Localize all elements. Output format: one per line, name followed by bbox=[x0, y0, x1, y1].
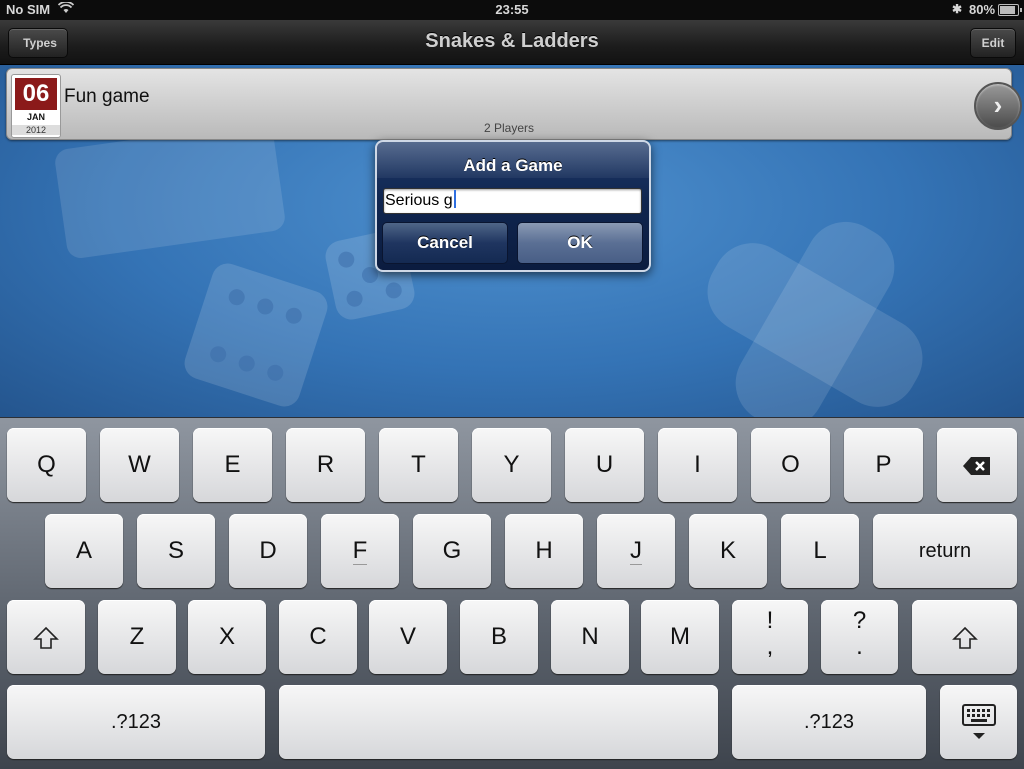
key-l[interactable]: L bbox=[781, 514, 859, 588]
return-key[interactable]: return bbox=[873, 514, 1017, 588]
hide-keyboard-icon bbox=[961, 703, 996, 739]
hide-keyboard-key[interactable] bbox=[940, 685, 1017, 759]
key-s[interactable]: S bbox=[137, 514, 215, 588]
game-list-item[interactable]: 06 JAN 2012 Fun game 2 Players › bbox=[6, 68, 1022, 140]
key-a[interactable]: A bbox=[45, 514, 123, 588]
bluetooth-icon: ✱ bbox=[952, 2, 963, 16]
key-top-char: ? bbox=[852, 607, 867, 634]
chevron-right-icon: › bbox=[993, 90, 1003, 120]
cancel-button[interactable]: Cancel bbox=[382, 222, 508, 264]
key-k[interactable]: K bbox=[689, 514, 767, 588]
edit-button[interactable]: Edit bbox=[970, 28, 1016, 58]
backspace-key[interactable] bbox=[937, 428, 1017, 502]
shift-key-right[interactable] bbox=[912, 600, 1017, 674]
key-i[interactable]: I bbox=[658, 428, 737, 502]
numbers-key-left[interactable]: .?123 bbox=[7, 685, 265, 759]
battery-percent: 80% bbox=[969, 2, 996, 17]
text-caret bbox=[453, 190, 456, 208]
key-e[interactable]: E bbox=[193, 428, 272, 502]
input-value: Serious g bbox=[385, 192, 453, 209]
key-m[interactable]: M bbox=[641, 600, 719, 674]
backspace-icon bbox=[963, 456, 990, 475]
key-o[interactable]: O bbox=[751, 428, 830, 502]
key-d[interactable]: D bbox=[229, 514, 307, 588]
battery-icon bbox=[998, 4, 1022, 16]
key-question-period[interactable]: ? . bbox=[821, 600, 898, 674]
key-top-char: ! bbox=[766, 607, 774, 634]
die-decoration bbox=[180, 259, 332, 411]
key-n[interactable]: N bbox=[551, 600, 629, 674]
key-q[interactable]: Q bbox=[7, 428, 86, 502]
card-decoration bbox=[53, 120, 287, 260]
key-exclamation-comma[interactable]: ! , bbox=[732, 600, 808, 674]
key-x[interactable]: X bbox=[188, 600, 266, 674]
key-b[interactable]: B bbox=[460, 600, 538, 674]
page-title: Snakes & Ladders bbox=[425, 30, 599, 52]
key-u[interactable]: U bbox=[565, 428, 644, 502]
game-name-input[interactable]: Serious g bbox=[383, 188, 642, 214]
key-bottom-char: . bbox=[856, 633, 863, 660]
status-time: 23:55 bbox=[495, 2, 529, 17]
add-game-dialog: Add a Game Serious g Cancel OK bbox=[375, 140, 651, 272]
key-c[interactable]: C bbox=[279, 600, 357, 674]
disclosure-button[interactable]: › bbox=[974, 82, 1022, 130]
key-p[interactable]: P bbox=[844, 428, 923, 502]
key-z[interactable]: Z bbox=[98, 600, 176, 674]
game-name: Fun game bbox=[64, 86, 150, 107]
key-j[interactable]: J bbox=[597, 514, 675, 588]
game-players: 2 Players bbox=[483, 121, 535, 135]
status-bar: No SIM 23:55 ✱ 80% bbox=[0, 0, 1024, 20]
key-bottom-char: , bbox=[766, 633, 774, 660]
shift-key-left[interactable] bbox=[7, 600, 85, 674]
key-v[interactable]: V bbox=[369, 600, 447, 674]
key-t[interactable]: T bbox=[379, 428, 458, 502]
key-g[interactable]: G bbox=[413, 514, 491, 588]
calendar-day: 06 bbox=[15, 78, 57, 110]
numbers-key-right[interactable]: .?123 bbox=[732, 685, 926, 759]
key-y[interactable]: Y bbox=[472, 428, 551, 502]
dialog-title: Add a Game bbox=[463, 156, 563, 175]
shift-icon bbox=[951, 626, 978, 649]
ok-button[interactable]: OK bbox=[517, 222, 643, 264]
navigation-bar: Types Snakes & Ladders Edit bbox=[0, 20, 1024, 65]
key-f[interactable]: F bbox=[321, 514, 399, 588]
key-w[interactable]: W bbox=[100, 428, 179, 502]
on-screen-keyboard: Q W E R T Y U I O P A S D F G H J K L re… bbox=[0, 417, 1024, 769]
key-h[interactable]: H bbox=[505, 514, 583, 588]
shift-icon bbox=[33, 626, 59, 649]
key-r[interactable]: R bbox=[286, 428, 365, 502]
space-bar[interactable] bbox=[279, 685, 718, 759]
